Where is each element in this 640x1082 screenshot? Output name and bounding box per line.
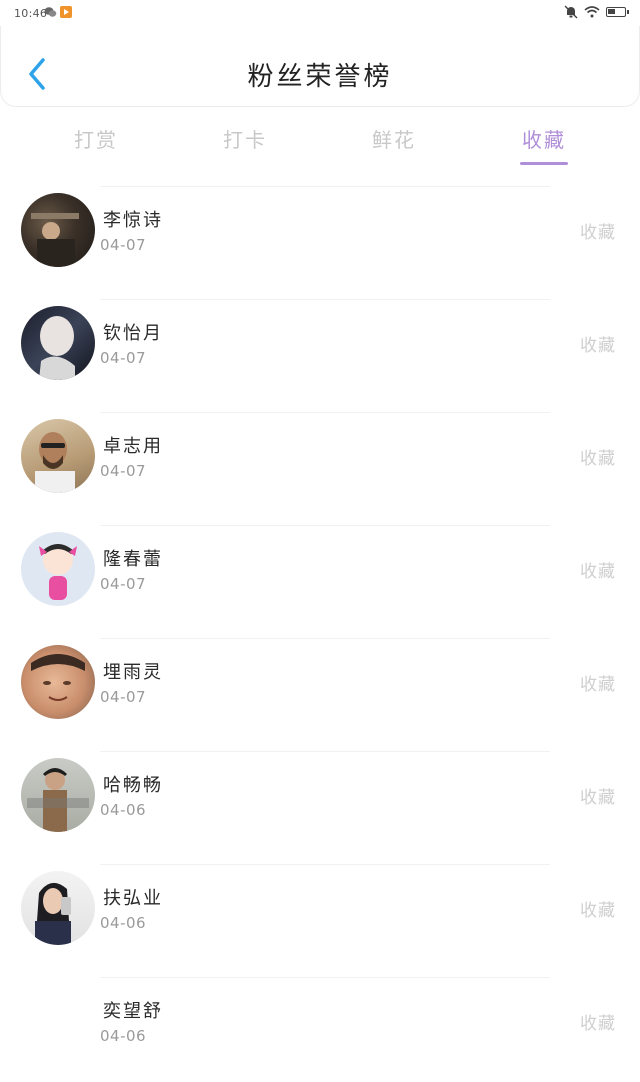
fan-date: 04-07 <box>100 236 147 254</box>
list-item[interactable]: 扶弘业 04-06 收藏 <box>0 856 640 969</box>
divider <box>100 299 550 300</box>
avatar[interactable] <box>21 871 95 945</box>
fan-name: 扶弘业 <box>103 888 163 909</box>
active-tab-indicator <box>520 162 568 165</box>
divider <box>100 751 550 752</box>
battery-icon <box>606 7 629 17</box>
fan-name: 哈畅畅 <box>103 775 163 796</box>
divider <box>100 638 550 639</box>
fan-date: 04-07 <box>100 349 147 367</box>
divider <box>100 412 550 413</box>
fan-date: 04-07 <box>100 688 147 706</box>
list-item[interactable]: 奕望舒 04-06 收藏 <box>0 969 640 1082</box>
action-label: 收藏 <box>580 562 616 582</box>
page-title: 粉丝荣誉榜 <box>247 62 393 92</box>
list-item[interactable]: 埋雨灵 04-07 收藏 <box>0 630 640 743</box>
fan-date: 04-07 <box>100 462 147 480</box>
page-header: 粉丝荣誉榜 <box>0 26 640 107</box>
tab-favorites[interactable]: 收藏 <box>499 124 589 153</box>
list-item[interactable]: 卓志用 04-07 收藏 <box>0 404 640 517</box>
list-item[interactable]: 李惊诗 04-07 收藏 <box>0 178 640 291</box>
avatar[interactable] <box>21 758 95 832</box>
fan-name: 奕望舒 <box>103 1001 163 1022</box>
divider <box>100 864 550 865</box>
divider <box>100 186 550 187</box>
list-item[interactable]: 钦怡月 04-07 收藏 <box>0 291 640 404</box>
fan-date: 04-06 <box>100 1027 147 1045</box>
fan-name: 李惊诗 <box>103 210 163 231</box>
divider <box>100 977 550 978</box>
tab-flowers[interactable]: 鲜花 <box>349 124 439 153</box>
tab-checkin[interactable]: 打卡 <box>200 124 290 153</box>
list-item[interactable]: 哈畅畅 04-06 收藏 <box>0 743 640 856</box>
divider <box>100 525 550 526</box>
action-label: 收藏 <box>580 901 616 921</box>
tab-reward[interactable]: 打赏 <box>51 124 141 153</box>
fan-name: 卓志用 <box>103 436 163 457</box>
wifi-icon <box>584 6 600 18</box>
fan-date: 04-06 <box>100 914 147 932</box>
list-item[interactable]: 隆春蕾 04-07 收藏 <box>0 517 640 630</box>
avatar[interactable] <box>21 645 95 719</box>
action-label: 收藏 <box>580 1014 616 1034</box>
action-label: 收藏 <box>580 675 616 695</box>
fan-name: 钦怡月 <box>103 323 163 344</box>
fan-date: 04-07 <box>100 575 147 593</box>
wechat-icon <box>44 7 57 17</box>
action-label: 收藏 <box>580 223 616 243</box>
fan-name: 隆春蕾 <box>103 549 163 570</box>
avatar[interactable] <box>21 532 95 606</box>
video-app-icon <box>60 6 72 18</box>
avatar[interactable] <box>21 193 95 267</box>
fan-name: 埋雨灵 <box>103 662 163 683</box>
mute-bell-icon <box>564 5 578 19</box>
action-label: 收藏 <box>580 788 616 808</box>
status-time: 10:46 <box>14 7 48 20</box>
tab-bar: 打赏 打卡 鲜花 收藏 <box>0 116 640 168</box>
action-label: 收藏 <box>580 336 616 356</box>
action-label: 收藏 <box>580 449 616 469</box>
avatar[interactable] <box>21 419 95 493</box>
avatar[interactable] <box>21 984 95 1058</box>
fan-date: 04-06 <box>100 801 147 819</box>
avatar[interactable] <box>21 306 95 380</box>
status-bar: 10:46 <box>0 0 640 26</box>
